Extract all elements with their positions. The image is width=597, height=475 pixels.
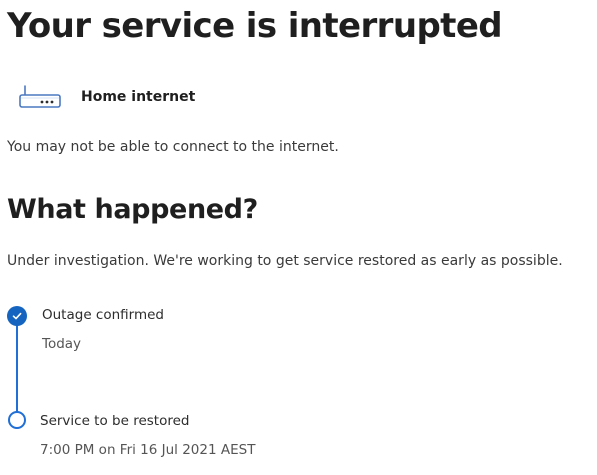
page-title: Your service is interrupted [7, 6, 503, 46]
timeline-step-label: Outage confirmed [42, 307, 164, 323]
check-icon [12, 312, 22, 320]
check-circle-icon [7, 306, 27, 326]
service-name: Home internet [81, 89, 196, 105]
what-happened-heading: What happened? [7, 194, 258, 225]
timeline-connector [16, 316, 18, 421]
timeline-step-label: Service to be restored [40, 413, 190, 429]
what-happened-description: Under investigation. We're working to ge… [7, 253, 563, 269]
timeline-step-detail: Today [42, 336, 82, 352]
modem-icon [19, 85, 61, 108]
service-impact-text: You may not be able to connect to the in… [7, 139, 339, 155]
empty-circle-icon [8, 411, 26, 429]
timeline-step-detail: 7:00 PM on Fri 16 Jul 2021 AEST [40, 442, 256, 458]
service-row: Home internet [18, 84, 195, 110]
